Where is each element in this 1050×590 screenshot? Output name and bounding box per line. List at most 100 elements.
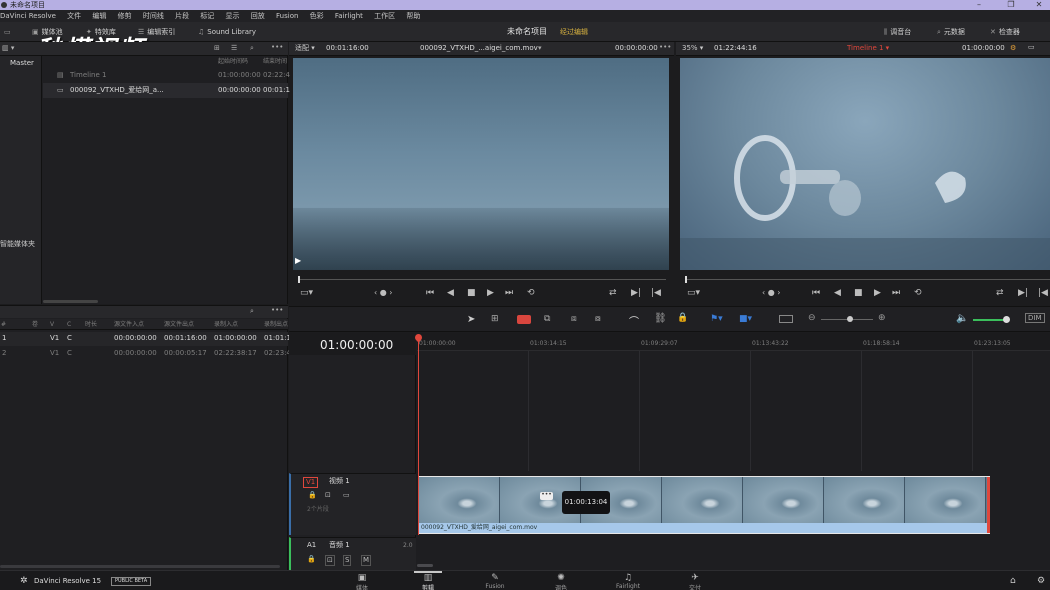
track-visibility-icon[interactable]: ▭ — [343, 491, 350, 500]
more-options-icon[interactable]: ••• — [271, 43, 283, 52]
sound-library-button[interactable]: ♫ Sound Library — [198, 26, 256, 38]
mark-out-icon[interactable]: |◀ — [651, 288, 661, 298]
audio-track-name[interactable]: 音频 1 — [329, 541, 350, 550]
volume-slider-handle[interactable] — [1003, 316, 1010, 323]
column-v[interactable]: V — [50, 320, 54, 329]
play-icon[interactable]: ▶ — [874, 288, 881, 298]
search-icon[interactable]: ⌕ — [250, 44, 254, 53]
column-reel[interactable]: 卷 — [32, 320, 38, 329]
menu-item-view[interactable]: 显示 — [226, 10, 240, 22]
chevron-down-icon[interactable]: ▾ — [538, 44, 542, 53]
track-id-v1[interactable]: V1 — [303, 477, 319, 488]
source-clip-name[interactable]: 000092_VTXHD_...aigei_com.mov — [420, 44, 538, 53]
menu-item-edit[interactable]: 编辑 — [92, 10, 106, 22]
more-options-icon[interactable]: ••• — [659, 43, 671, 52]
menu-item-timeline[interactable]: 时间线 — [143, 10, 164, 22]
stop-icon[interactable]: ■ — [467, 288, 476, 298]
monitor-icon[interactable]: ▭ — [4, 26, 14, 38]
table-row[interactable]: 1 V1 C 00:00:00:00 00:01:16:00 01:00:00:… — [0, 332, 291, 346]
menu-item-clip[interactable]: 片段 — [175, 10, 189, 22]
list-item[interactable]: ▤ Timeline 1 01:00:00:00 02:22:4 — [43, 68, 290, 83]
viewer-mode-icon[interactable]: ▭▾ — [687, 288, 700, 298]
trim-tool-icon[interactable]: ⊞ — [491, 314, 499, 324]
list-view-icon[interactable]: ☰ — [231, 44, 237, 53]
clip-options-icon[interactable]: ••• — [540, 492, 553, 500]
volume-slider[interactable] — [973, 319, 1007, 321]
bin-master[interactable]: Master — [10, 59, 34, 68]
insert-clip-icon[interactable]: ⧉ — [544, 314, 550, 324]
settings-icon[interactable]: ⚙ — [1037, 576, 1045, 586]
loop-icon[interactable]: ⟲ — [914, 288, 922, 298]
skip-to-start-icon[interactable]: ⏮ — [426, 288, 434, 298]
column-source-out[interactable]: 源文件出点 — [164, 320, 194, 329]
page-tab-color[interactable]: ✺ 调色 — [541, 573, 581, 590]
menu-item-help[interactable]: 帮助 — [406, 10, 420, 22]
source-viewer-image[interactable]: ▶ — [293, 58, 669, 270]
panel-layout-icon[interactable]: ▥ ▾ — [2, 44, 14, 53]
zoom-in-icon[interactable]: ⊕ — [878, 313, 886, 323]
mark-in-icon[interactable]: ▶| — [1018, 288, 1028, 298]
list-item[interactable]: ▭ 000092_VTXHD_爱给网_a... 00:00:00:00 00:0… — [43, 83, 290, 98]
column-record-out[interactable]: 录制出点 — [264, 320, 288, 329]
column-end-timecode[interactable]: 结束时间 — [263, 57, 287, 66]
inspector-button[interactable]: ✕ 检查器 — [990, 26, 1020, 38]
menu-item-app[interactable]: DaVinci Resolve — [0, 10, 56, 22]
skip-to-end-icon[interactable]: ⏭ — [892, 288, 900, 298]
zoom-slider-handle[interactable] — [847, 316, 853, 322]
zoom-dropdown[interactable]: 35% ▾ — [682, 44, 703, 53]
column-number[interactable]: # — [1, 320, 6, 329]
viewer-mode-icon[interactable]: ▭▾ — [300, 288, 313, 298]
timeline-name[interactable]: Timeline 1 ▾ — [847, 44, 889, 53]
maximize-icon[interactable]: ❐ — [1000, 0, 1022, 10]
grid-view-icon[interactable]: ⊞ — [214, 44, 220, 53]
video-track-name[interactable]: 视频 1 — [329, 477, 350, 486]
horizontal-scrollbar[interactable] — [43, 300, 98, 303]
close-icon[interactable]: ✕ — [1028, 0, 1050, 10]
dim-button[interactable]: DIM — [1025, 313, 1045, 323]
source-scrub-bar[interactable] — [298, 279, 666, 280]
horizontal-scrollbar[interactable] — [417, 564, 433, 567]
menu-item-color[interactable]: 色彩 — [310, 10, 324, 22]
table-row[interactable]: 2 V1 C 00:00:00:00 00:00:05:17 02:22:38:… — [0, 347, 291, 361]
column-source-in[interactable]: 源文件入点 — [114, 320, 144, 329]
track-lock-icon[interactable]: 🔒 — [307, 555, 316, 564]
track-id-a1[interactable]: A1 — [307, 541, 316, 550]
auto-track-icon[interactable]: ⊡ — [325, 491, 331, 500]
replace-clip-icon[interactable]: ⧇ — [595, 314, 601, 324]
page-tab-fusion[interactable]: ✎ Fusion — [475, 573, 515, 590]
overwrite-clip-icon[interactable]: ⧈ — [571, 314, 577, 324]
selection-tool-icon[interactable]: ➤ — [467, 314, 475, 325]
timeline-scrub-handle[interactable] — [685, 276, 687, 283]
column-start-timecode[interactable]: 起始时间码 — [218, 57, 248, 66]
timeline-view-icon[interactable] — [779, 315, 793, 323]
jog-control[interactable]: ‹ ● › — [374, 288, 392, 297]
mute-button[interactable]: M — [361, 555, 372, 566]
page-tab-edit[interactable]: ▥ 剪辑 — [408, 571, 448, 590]
mark-out-icon[interactable]: |◀ — [1038, 288, 1048, 298]
fullscreen-icon[interactable]: ▭ — [1028, 43, 1035, 52]
zoom-out-icon[interactable]: ⊖ — [808, 313, 816, 323]
skip-to-end-icon[interactable]: ⏭ — [505, 288, 513, 298]
smart-bins-label[interactable]: 智能媒体夹 — [0, 240, 35, 249]
timeline-scrub-bar[interactable] — [685, 279, 1050, 280]
menu-item-fusion[interactable]: Fusion — [276, 10, 298, 22]
timeline-ruler[interactable]: 01:00:00:00 01:03:14:15 01:09:29:07 01:1… — [417, 333, 1050, 351]
clip-end-marker[interactable] — [987, 477, 990, 533]
track-lock-icon[interactable]: 🔒 — [308, 491, 317, 500]
skip-to-start-icon[interactable]: ⏮ — [812, 288, 820, 298]
volume-icon[interactable]: 🔈 — [956, 313, 968, 324]
menu-item-workspace[interactable]: 工作区 — [374, 10, 395, 22]
column-record-in[interactable]: 录制入点 — [214, 320, 238, 329]
match-frame-icon[interactable]: ⇄ — [996, 288, 1004, 298]
page-tab-fairlight[interactable]: ♫ Fairlight — [608, 573, 648, 590]
playhead-line[interactable] — [418, 339, 419, 535]
flag-icon[interactable]: ⚑▾ — [710, 314, 723, 324]
minimize-icon[interactable]: – — [968, 0, 990, 10]
page-tab-deliver[interactable]: ✈ 交付 — [675, 573, 715, 590]
fit-dropdown[interactable]: 适配 ▾ — [295, 44, 315, 53]
settings-icon[interactable]: ⚙ — [1010, 44, 1016, 53]
mixer-button[interactable]: ⫼ 调音台 — [884, 26, 911, 38]
column-duration[interactable]: 时长 — [85, 320, 97, 329]
menu-item-mark[interactable]: 标记 — [200, 10, 214, 22]
mark-in-icon[interactable]: ▶| — [631, 288, 641, 298]
